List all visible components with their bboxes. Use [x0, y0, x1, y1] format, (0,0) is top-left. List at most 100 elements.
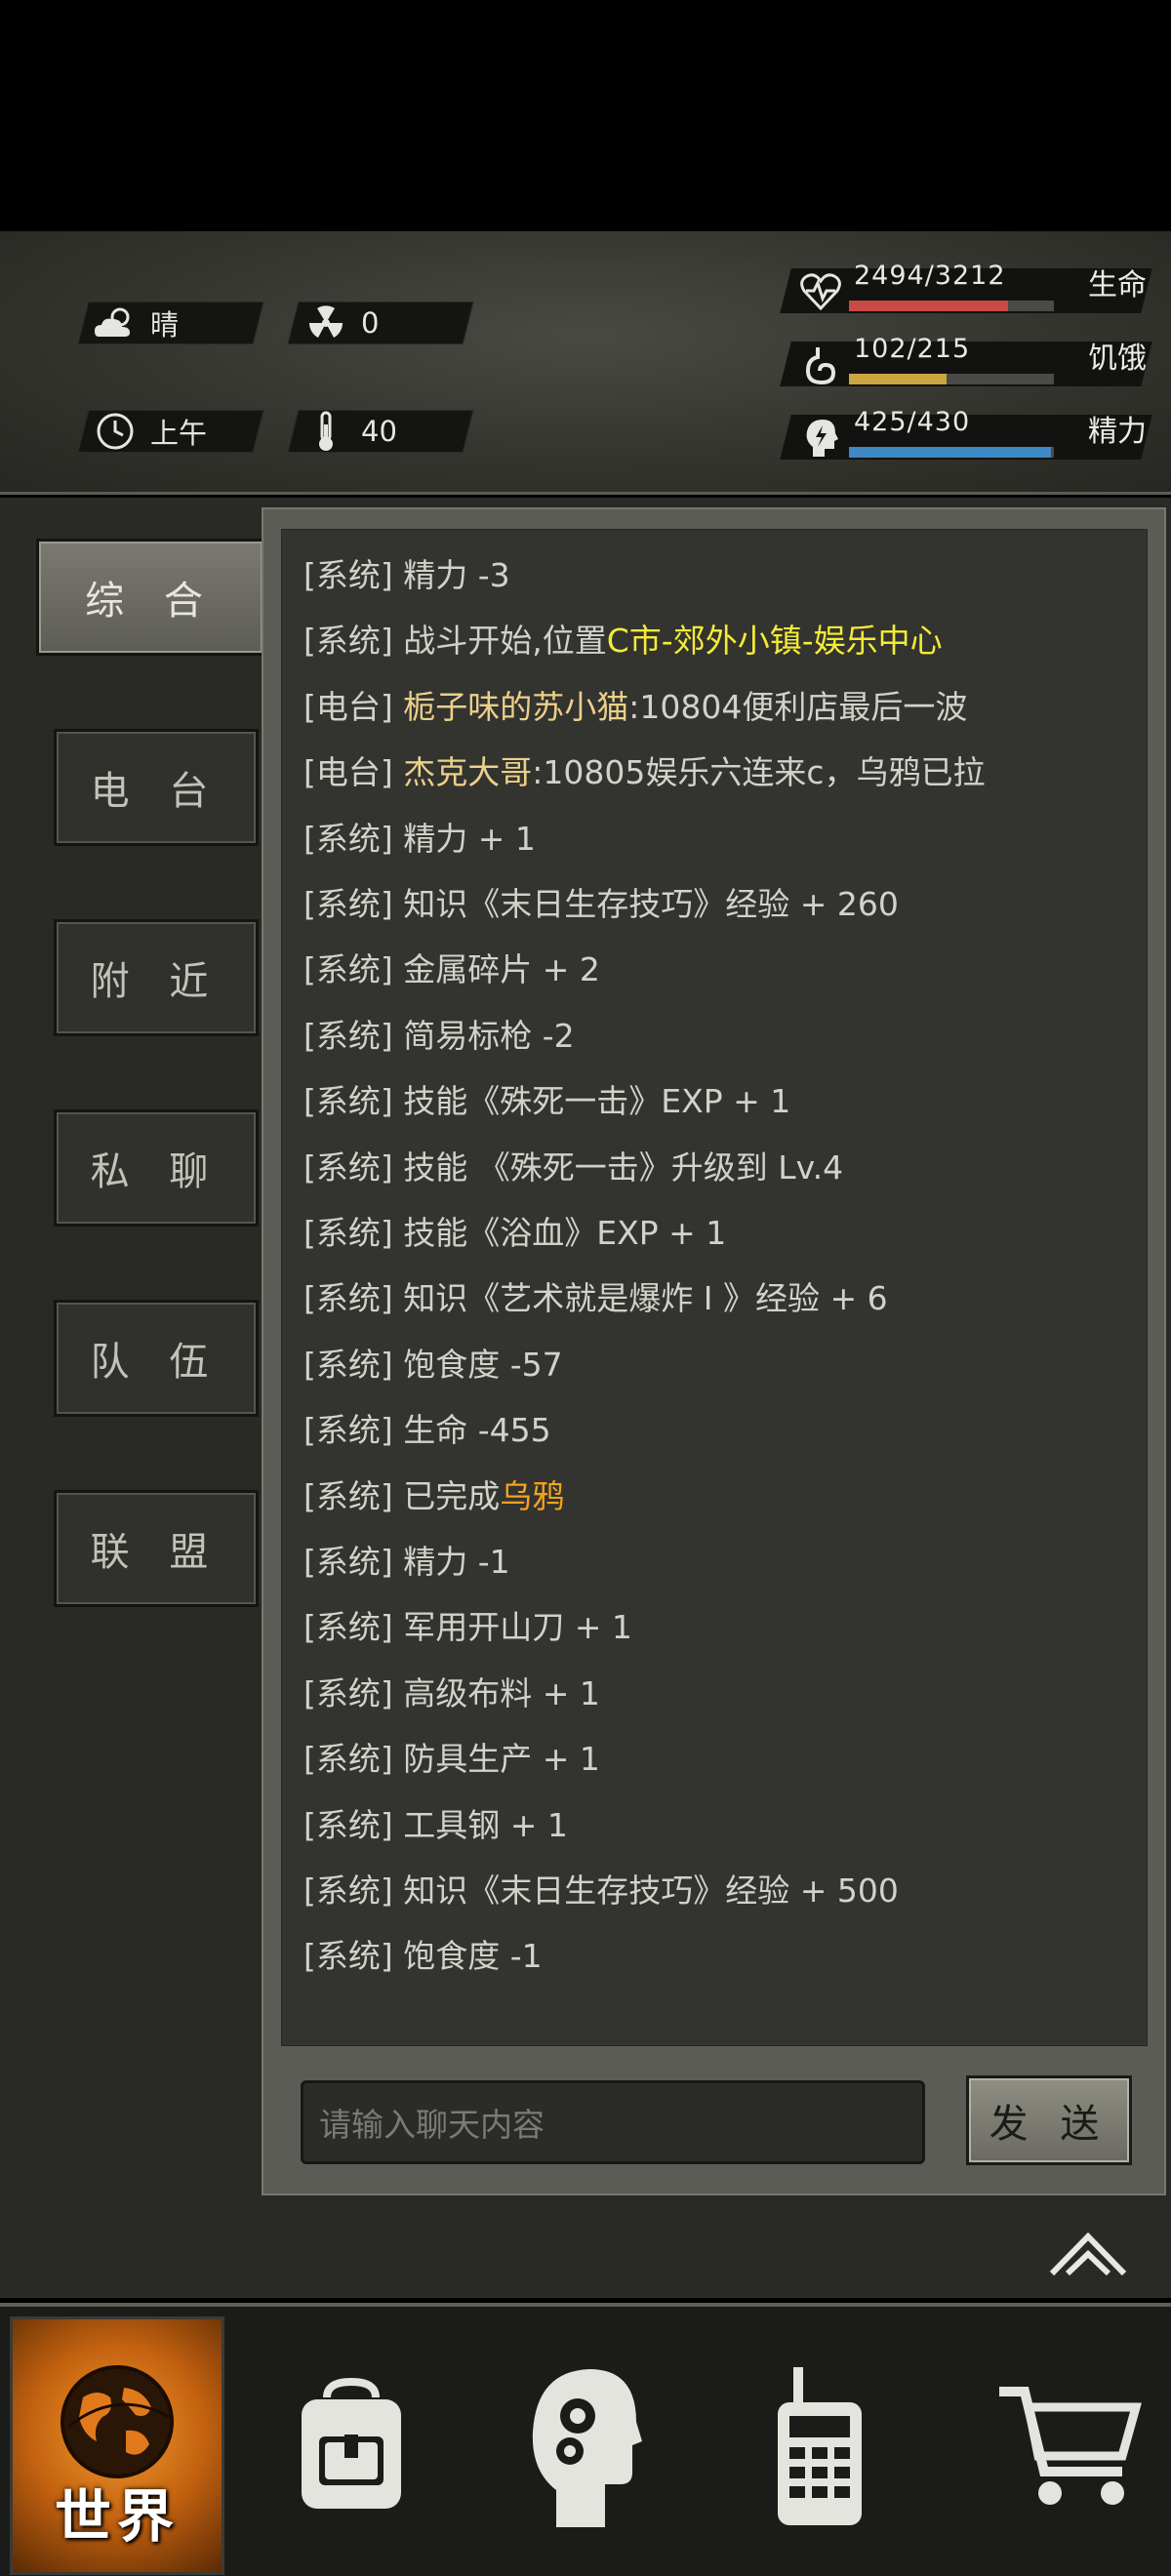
chat-log[interactable]: [系统] 精力 -3 [系统] 战斗开始,位置C市-郊外小镇-娱乐中心 [电台] 栀…	[281, 529, 1148, 2046]
energy-value: 425/430	[854, 407, 971, 437]
health-label: 生命	[1088, 268, 1147, 302]
chat-channel-tag: [电台]	[303, 753, 393, 792]
chat-channel-tag: [系统]	[303, 556, 393, 594]
nav-backpack-button[interactable]	[273, 2316, 429, 2575]
tab-general[interactable]: 综 合	[36, 539, 265, 656]
chat-message-text: 高级布料 + 1	[403, 1673, 600, 1712]
chat-channel-tag: [系统]	[303, 1279, 393, 1318]
chat-quest-link[interactable]: 乌鸦	[500, 1477, 564, 1515]
tab-private[interactable]: 私 聊	[54, 1109, 259, 1227]
chat-channel-tag: [系统]	[303, 1872, 393, 1910]
chat-line: [系统] 饱食度 -1	[303, 1930, 543, 1977]
chat-channel-tag: [系统]	[303, 1147, 393, 1187]
chat-line: [系统] 技能 《殊死一击》升级到 Lv.4	[303, 1142, 843, 1188]
chat-line: [系统] 精力 -3	[303, 549, 510, 596]
chat-channel-tag: [系统]	[303, 819, 393, 858]
nav-radio-button[interactable]	[761, 2316, 878, 2575]
chat-line: [系统] 军用开山刀 + 1	[303, 1601, 632, 1648]
chat-line: [电台] 杰克大哥:10805娱乐六连来c，乌鸦已拉	[303, 746, 986, 793]
chat-line: [系统] 精力 -1	[303, 1536, 510, 1583]
chat-sender-name[interactable]: 栀子味的苏小猫	[403, 688, 628, 726]
nav-world-label: 世界	[54, 2483, 180, 2550]
chat-message-text: 知识《末日生存技巧》经验 + 260	[403, 885, 899, 923]
chat-message-text: 简易标枪 -2	[403, 1016, 575, 1055]
chat-channel-tag: [系统]	[303, 1608, 393, 1647]
energy-head-icon	[793, 417, 848, 460]
chat-message-text: 工具钢 + 1	[403, 1805, 568, 1844]
chat-channel-tag: [系统]	[303, 885, 393, 923]
head-gear-icon	[532, 2368, 642, 2527]
chat-line: [系统] 工具钢 + 1	[303, 1799, 568, 1846]
chat-message-text: 生命 -455	[403, 1411, 551, 1450]
chat-message-text: 金属碎片 + 2	[403, 950, 600, 989]
chat-line: [系统] 技能《殊死一击》EXP + 1	[303, 1075, 790, 1122]
weather-text: 晴	[150, 308, 180, 342]
chat-line: [系统] 简易标枪 -2	[303, 1010, 575, 1057]
hunger-stat: 102/215 饥饿	[786, 334, 1147, 386]
chat-message-text: 饱食度 -1	[403, 1937, 543, 1976]
health-stat: 2494/3212 生命	[786, 261, 1147, 313]
weather-indicator: 晴	[90, 302, 179, 344]
tab-nearby[interactable]: 附 近	[54, 919, 259, 1036]
temperature-value: 40	[361, 415, 397, 448]
collapse-button[interactable]	[1046, 2225, 1130, 2279]
chat-channel-tag: [系统]	[303, 1411, 393, 1450]
chat-line: [系统] 饱食度 -57	[303, 1339, 563, 1386]
chat-message-text: 知识《艺术就是爆炸 I 》经验 + 6	[403, 1279, 888, 1318]
chat-message-text: 战斗开始,位置	[403, 622, 607, 661]
tab-team[interactable]: 队 伍	[54, 1300, 259, 1417]
chat-channel-tag: [系统]	[303, 1805, 393, 1844]
stomach-icon	[793, 343, 848, 386]
globe-icon	[61, 2365, 174, 2478]
chat-line: [系统] 已完成乌鸦	[303, 1470, 564, 1517]
chat-message-text: :10804便利店最后一波	[628, 687, 968, 726]
backpack-icon	[302, 2377, 401, 2509]
chat-message-text: 精力 -3	[403, 556, 510, 594]
cloud-sun-icon	[90, 305, 141, 341]
energy-bar	[849, 447, 1054, 458]
radio-icon	[778, 2366, 862, 2525]
chat-panel: [系统] 精力 -3 [系统] 战斗开始,位置C市-郊外小镇-娱乐中心 [电台] 栀…	[262, 507, 1166, 2195]
nav-world-button[interactable]: 世界	[10, 2316, 224, 2575]
chat-channel-tag: [系统]	[303, 1214, 393, 1252]
chevron-up-icon	[1049, 2232, 1127, 2276]
cart-icon	[999, 2386, 1142, 2505]
tab-alliance[interactable]: 联 盟	[54, 1490, 259, 1607]
chat-message-text: 军用开山刀 + 1	[403, 1608, 632, 1647]
chat-message-text: 防具生产 + 1	[403, 1740, 600, 1779]
hunger-bar	[849, 374, 1054, 384]
chat-channel-tag: [系统]	[303, 1082, 393, 1121]
radiation-indicator: 0	[301, 302, 379, 344]
chat-message-text: 精力 -1	[403, 1543, 510, 1581]
chat-line: [系统] 战斗开始,位置C市-郊外小镇-娱乐中心	[303, 615, 943, 662]
chat-message-text: 已完成	[403, 1476, 501, 1515]
nav-shop-button[interactable]	[986, 2316, 1151, 2575]
chat-sender-name[interactable]: 杰克大哥	[403, 753, 532, 791]
chat-line: [系统] 精力 + 1	[303, 813, 536, 860]
bottom-nav: 世界	[0, 2303, 1171, 2576]
thermometer-icon	[301, 411, 351, 452]
chat-channel-tag: [系统]	[303, 622, 393, 661]
chat-channel-tag: [系统]	[303, 1476, 393, 1515]
nav-skills-button[interactable]	[517, 2316, 654, 2575]
time-indicator: 上午	[90, 410, 207, 453]
chat-channel-tag: [系统]	[303, 1345, 393, 1384]
tab-radio[interactable]: 电 台	[54, 729, 259, 846]
chat-channel-tag: [电台]	[303, 687, 393, 726]
chat-line: [系统] 知识《艺术就是爆炸 I 》经验 + 6	[303, 1272, 888, 1319]
chat-message-text: 技能《浴血》EXP + 1	[403, 1214, 727, 1252]
chat-channel-tag: [系统]	[303, 1937, 393, 1976]
chat-line: [电台] 栀子味的苏小猫:10804便利店最后一波	[303, 681, 967, 728]
chat-message-text: 知识《末日生存技巧》经验 + 500	[403, 1872, 899, 1910]
hunger-label: 饥饿	[1088, 342, 1147, 376]
chat-input[interactable]: 请输入聊天内容	[301, 2080, 925, 2164]
chat-line: [系统] 防具生产 + 1	[303, 1733, 600, 1780]
chat-line: [系统] 金属碎片 + 2	[303, 944, 600, 990]
send-button[interactable]: 发 送	[966, 2075, 1132, 2165]
chat-location-link[interactable]: C市-郊外小镇-娱乐中心	[607, 622, 943, 660]
chat-channel-tag: [系统]	[303, 950, 393, 989]
health-bar	[849, 301, 1054, 311]
chat-message-text: 技能 《殊死一击》升级到 Lv.4	[403, 1147, 844, 1187]
chat-message-text: 技能《殊死一击》EXP + 1	[403, 1082, 791, 1121]
energy-label: 精力	[1088, 415, 1147, 449]
